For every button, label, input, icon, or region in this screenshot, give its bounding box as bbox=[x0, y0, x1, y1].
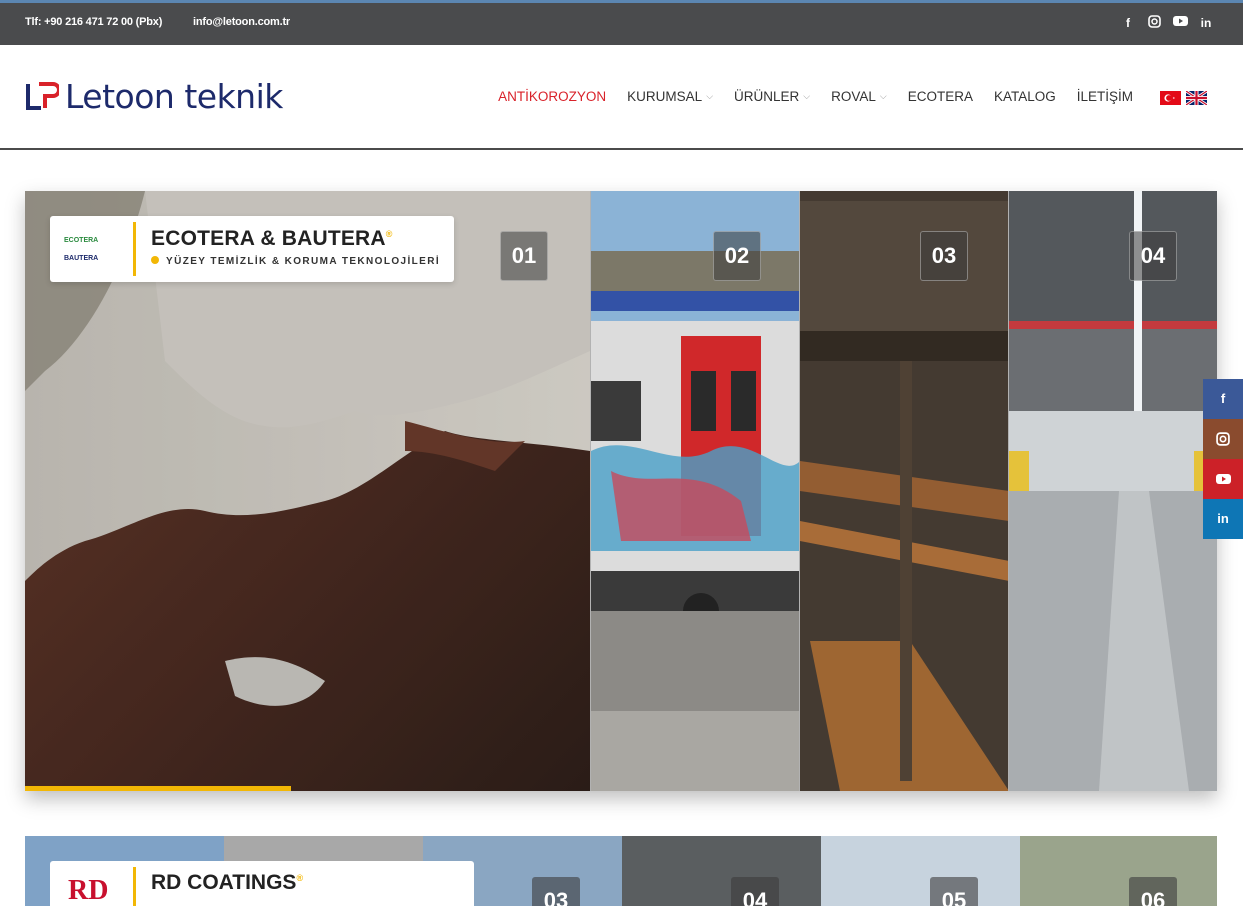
rd-coatings-slider[interactable]: RD RD COATINGS® 03 04 05 06 bbox=[25, 836, 1217, 906]
parking-garage-image bbox=[1009, 191, 1217, 791]
nav-ecotera[interactable]: ECOTERA bbox=[908, 89, 973, 104]
nav-urunler[interactable]: ÜRÜNLER ⌵ bbox=[734, 89, 810, 104]
graffiti-train-image bbox=[591, 191, 799, 791]
slide2-title: RD COATINGS® bbox=[151, 871, 304, 894]
letoon-logo-mark bbox=[26, 82, 59, 110]
ecotera-bautera-logos: ECOTERA BAUTERA bbox=[64, 237, 99, 262]
panel-number[interactable]: 06 bbox=[1129, 877, 1177, 906]
slide2-panel-04[interactable] bbox=[622, 836, 821, 906]
main-nav: ANTİKOROZYON KURUMSAL ⌵ ÜRÜNLER ⌵ ROVAL ⌵ E… bbox=[498, 89, 1133, 104]
slide-panel-02[interactable]: 02 bbox=[590, 191, 799, 791]
nav-antikorozyon[interactable]: ANTİKOROZYON bbox=[498, 89, 606, 104]
slide-panel-03[interactable]: 03 bbox=[799, 191, 1008, 791]
instagram-icon[interactable] bbox=[1203, 419, 1243, 459]
nav-kurumsal[interactable]: KURUMSAL ⌵ bbox=[627, 89, 713, 104]
phone-number[interactable]: Tlf: +90 216 471 72 00 (Pbx) bbox=[25, 16, 162, 28]
bullet-icon bbox=[151, 256, 159, 264]
site-header: Letoon teknik ANTİKOROZYON KURUMSAL ⌵ ÜRÜ… bbox=[0, 45, 1243, 150]
nav-katalog[interactable]: KATALOG bbox=[994, 89, 1056, 104]
slide-caption: ECOTERA BAUTERA ECOTERA & BAUTERA® YÜZEY… bbox=[50, 216, 454, 282]
slide2-caption: RD RD COATINGS® bbox=[50, 861, 474, 906]
rd-coatings-logo: RD bbox=[68, 875, 109, 906]
slide-panel-01[interactable]: ECOTERA BAUTERA ECOTERA & BAUTERA® YÜZEY… bbox=[25, 191, 590, 791]
nav-iletisim[interactable]: İLETİŞİM bbox=[1077, 89, 1133, 104]
linkedin-icon[interactable]: in bbox=[1199, 15, 1213, 31]
logo-text: Letoon teknik bbox=[65, 76, 283, 116]
facebook-icon[interactable]: f bbox=[1203, 379, 1243, 419]
panel-number[interactable]: 04 bbox=[731, 877, 779, 906]
youtube-icon[interactable] bbox=[1203, 459, 1243, 499]
slide-title: ECOTERA & BAUTERA® bbox=[151, 227, 393, 250]
top-social-links: f in bbox=[1121, 15, 1213, 31]
chevron-down-icon: ⌵ bbox=[879, 91, 887, 101]
youtube-icon[interactable] bbox=[1173, 15, 1188, 31]
caption-divider bbox=[133, 867, 136, 906]
language-switcher bbox=[1160, 91, 1207, 105]
instagram-icon[interactable] bbox=[1147, 15, 1161, 31]
nav-roval[interactable]: ROVAL ⌵ bbox=[831, 89, 887, 104]
site-logo[interactable]: Letoon teknik bbox=[25, 76, 283, 116]
panel-number[interactable]: 01 bbox=[500, 231, 548, 281]
hero-slider[interactable]: ECOTERA BAUTERA ECOTERA & BAUTERA® YÜZEY… bbox=[25, 191, 1217, 791]
contact-info: Tlf: +90 216 471 72 00 (Pbx) info@letoon… bbox=[25, 16, 318, 28]
slide-subtitle: YÜZEY TEMİZLİK & KORUMA TEKNOLOJİLERİ bbox=[151, 256, 440, 267]
top-bar: Tlf: +90 216 471 72 00 (Pbx) info@letoon… bbox=[0, 0, 1243, 45]
tr-flag-icon[interactable] bbox=[1160, 91, 1181, 105]
uk-flag-icon[interactable] bbox=[1186, 91, 1207, 105]
email-link[interactable]: info@letoon.com.tr bbox=[193, 16, 290, 28]
panel-number[interactable]: 02 bbox=[713, 231, 761, 281]
panel-number[interactable]: 03 bbox=[920, 231, 968, 281]
slider-progress-bar bbox=[25, 786, 291, 791]
slide2-panel-06[interactable] bbox=[1020, 836, 1217, 906]
caption-divider bbox=[133, 222, 136, 276]
floating-social-bar: f in bbox=[1203, 379, 1243, 539]
panel-number[interactable]: 05 bbox=[930, 877, 978, 906]
panel-number[interactable]: 04 bbox=[1129, 231, 1177, 281]
chevron-down-icon: ⌵ bbox=[706, 91, 714, 101]
panel-number[interactable]: 03 bbox=[532, 877, 580, 906]
facebook-icon[interactable]: f bbox=[1121, 15, 1135, 31]
slide-panel-04[interactable]: 04 bbox=[1008, 191, 1217, 791]
rusty-steel-image bbox=[800, 191, 1008, 791]
slide2-panel-05[interactable] bbox=[821, 836, 1020, 906]
chevron-down-icon: ⌵ bbox=[803, 91, 811, 101]
linkedin-icon[interactable]: in bbox=[1203, 499, 1243, 539]
